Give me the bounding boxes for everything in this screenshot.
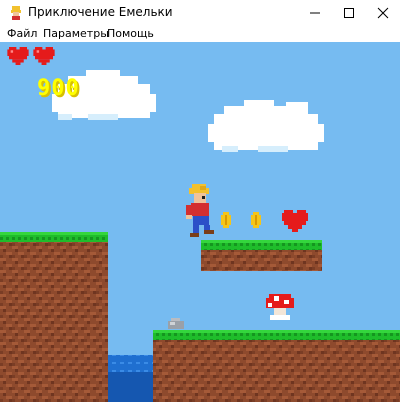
close-icon [377, 7, 389, 19]
maximize-icon [344, 8, 354, 18]
cloud [208, 100, 324, 152]
water [108, 355, 153, 402]
maximize-button[interactable] [332, 0, 366, 26]
right-ground [153, 330, 400, 402]
mushroom [266, 294, 294, 320]
minimize-button[interactable] [298, 0, 332, 26]
app-icon [11, 6, 21, 20]
life-heart-icon [7, 47, 29, 65]
game-canvas[interactable]: 900 [0, 42, 400, 402]
rock [168, 318, 184, 329]
score-display: 900 [37, 76, 80, 101]
coin [221, 212, 231, 228]
close-button[interactable] [366, 0, 400, 26]
window-title: Приключение Емельки [28, 5, 173, 19]
coin [251, 212, 261, 228]
title-bar: Приключение Емельки [0, 0, 400, 26]
menu-parameters[interactable]: Параметры [43, 27, 109, 40]
menu-help[interactable]: Помощь [107, 27, 154, 40]
minimize-icon [310, 12, 320, 14]
floating-platform [201, 240, 322, 271]
left-cliff [0, 232, 108, 402]
menu-bar: Файл Параметры Помощь [0, 26, 400, 42]
menu-file[interactable]: Файл [7, 27, 37, 40]
heart-pickup [282, 210, 308, 232]
hero [186, 184, 214, 237]
life-heart-icon [33, 47, 55, 65]
